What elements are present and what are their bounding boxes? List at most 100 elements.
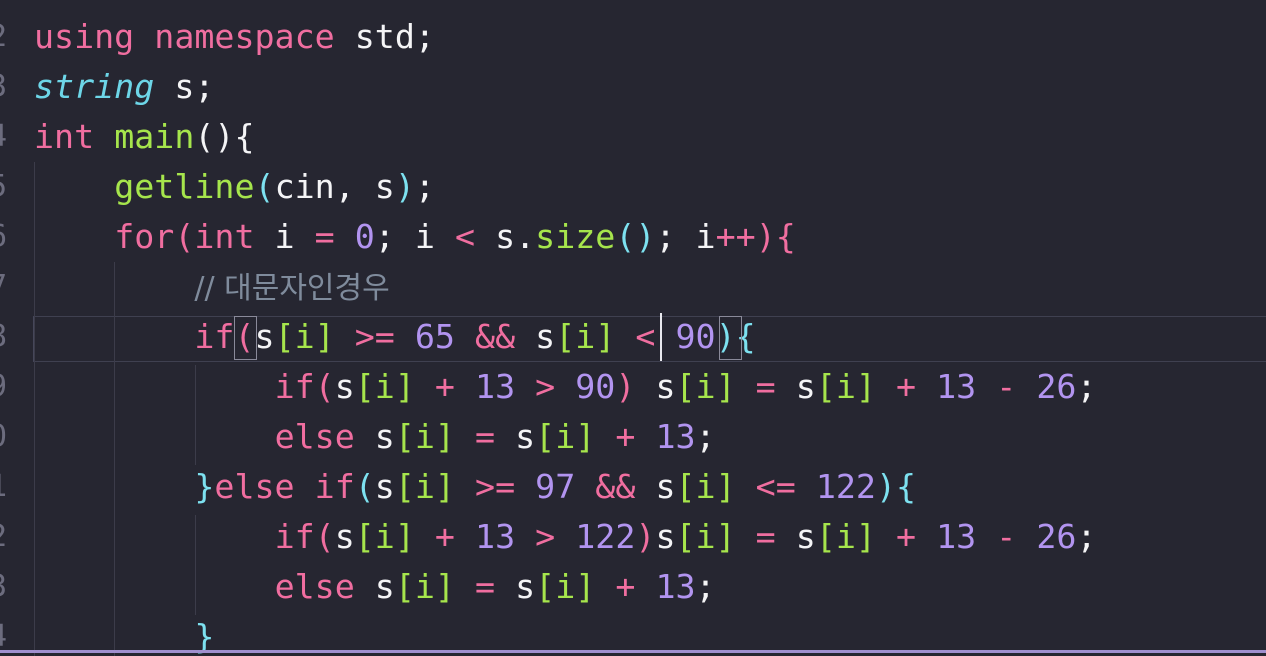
index-token: [i] (675, 367, 736, 406)
code-line-if-uppercase[interactable]: if(s[i] >= 65 && s[i] < 90){ (34, 312, 755, 362)
number-token: 13 (655, 567, 696, 606)
keyword-token: namespace (154, 17, 335, 56)
text-cursor (660, 313, 662, 361)
code-line-string-decl[interactable]: string s; (34, 62, 214, 112)
number-token: 13 (475, 517, 516, 556)
bracket-token: { (896, 467, 917, 506)
plain-token: ; i (374, 217, 455, 256)
panel-divider (0, 650, 1266, 653)
number-token: 26 (1036, 367, 1077, 406)
line-number: 1 (0, 462, 7, 512)
plain-token: s (515, 567, 536, 606)
code-editor[interactable]: 2 3 4 5 6 7 8 9 0 1 2 3 4 using namespac… (0, 0, 1266, 656)
index-token: [i] (675, 517, 736, 556)
number-token: 0 (354, 217, 375, 256)
plain-token: () (194, 117, 235, 156)
number-token: 65 (414, 317, 455, 356)
plain-token: s (795, 517, 816, 556)
plain-token: s (535, 317, 556, 356)
operator-token: + (414, 517, 476, 556)
plain-token: s (795, 367, 816, 406)
keyword-token: if (274, 517, 315, 556)
plain-token: ; (1076, 517, 1097, 556)
bracket-token: ( (314, 367, 335, 406)
operator-token: + (595, 567, 656, 606)
index-token: [i] (354, 367, 415, 406)
index-token: [i] (815, 367, 876, 406)
index-token: [i] (354, 517, 415, 556)
number-token: 90 (675, 317, 716, 356)
bracket-token: { (775, 217, 796, 256)
line-number: 4 (0, 112, 7, 162)
plain-token: s (515, 417, 536, 456)
line-number: 8 (0, 312, 7, 362)
operator-token: + (875, 367, 937, 406)
code-line-if-overflow-upper[interactable]: if(s[i] + 13 > 90) s[i] = s[i] + 13 - 26… (34, 362, 1097, 412)
function-token: getline (114, 167, 255, 206)
code-line-else-lower[interactable]: else s[i] = s[i] + 13; (34, 562, 716, 612)
index-token: [i] (555, 317, 616, 356)
keyword-token: if (194, 317, 235, 356)
plain-token: s (655, 517, 676, 556)
operator-token: > (515, 517, 576, 556)
bracket-token: ) (615, 367, 636, 406)
operator-token: + (875, 517, 937, 556)
line-number: 5 (0, 162, 7, 212)
bracket-token: ) (394, 167, 415, 206)
plain-token: s (655, 467, 676, 506)
index-token: [i] (675, 467, 736, 506)
number-token: 13 (936, 517, 977, 556)
line-number: 9 (0, 362, 7, 412)
bracket-token: ) (875, 467, 897, 506)
code-line-else-upper[interactable]: else s[i] = s[i] + 13; (34, 412, 716, 462)
number-token: 13 (936, 367, 977, 406)
code-line-else-if-lowercase[interactable]: }else if(s[i] >= 97 && s[i] <= 122){ (34, 462, 916, 512)
code-line-main-decl[interactable]: int main(){ (34, 112, 255, 162)
operator-token: && (475, 317, 516, 356)
plain-token: ; (695, 567, 716, 606)
type-token: int (34, 117, 95, 156)
plain-token: ; (1076, 367, 1097, 406)
code-line-comment[interactable]: // 대문자인경우 (34, 262, 389, 312)
code-line-if-overflow-lower[interactable]: if(s[i] + 13 > 122)s[i] = s[i] + 13 - 26… (34, 512, 1097, 562)
plain-token: i (254, 217, 315, 256)
operator-token: - (976, 367, 1037, 406)
operator-token: < (635, 317, 656, 356)
plain-token: ; i (655, 217, 716, 256)
number-token: 122 (575, 517, 636, 556)
keyword-token: else (274, 567, 355, 606)
type-token: string (34, 67, 155, 106)
number-token: 97 (535, 467, 576, 506)
keyword-token: using (34, 17, 135, 56)
operator-token: >= (354, 317, 395, 356)
index-token: [i] (394, 417, 455, 456)
line-number-gutter: 2 3 4 5 6 7 8 9 0 1 2 3 4 (0, 0, 14, 656)
index-token: [i] (394, 567, 455, 606)
matching-bracket-open (234, 316, 257, 360)
code-line-using-namespace[interactable]: using namespace std; (34, 12, 435, 62)
number-token: 13 (475, 367, 516, 406)
plain-token: s (374, 467, 395, 506)
plain-token: s (334, 367, 355, 406)
operator-token: = (735, 367, 796, 406)
plain-token: s (354, 417, 395, 456)
function-token: main (114, 117, 195, 156)
number-token: 122 (815, 467, 876, 506)
operator-token: < (454, 217, 476, 256)
bracket-token: } (194, 467, 215, 506)
plain-token: { (234, 117, 255, 156)
operator-token: ++ (715, 217, 756, 256)
code-line-getline[interactable]: getline(cin, s); (34, 162, 435, 212)
code-line-for-loop[interactable]: for(int i = 0; i < s.size(); i++){ (34, 212, 796, 262)
bracket-token: ) (635, 517, 656, 556)
plain-token: s. (475, 217, 536, 256)
index-token: [i] (535, 567, 596, 606)
plain-token: s; (154, 67, 215, 106)
operator-token: <= (735, 467, 816, 506)
operator-token: + (414, 367, 476, 406)
